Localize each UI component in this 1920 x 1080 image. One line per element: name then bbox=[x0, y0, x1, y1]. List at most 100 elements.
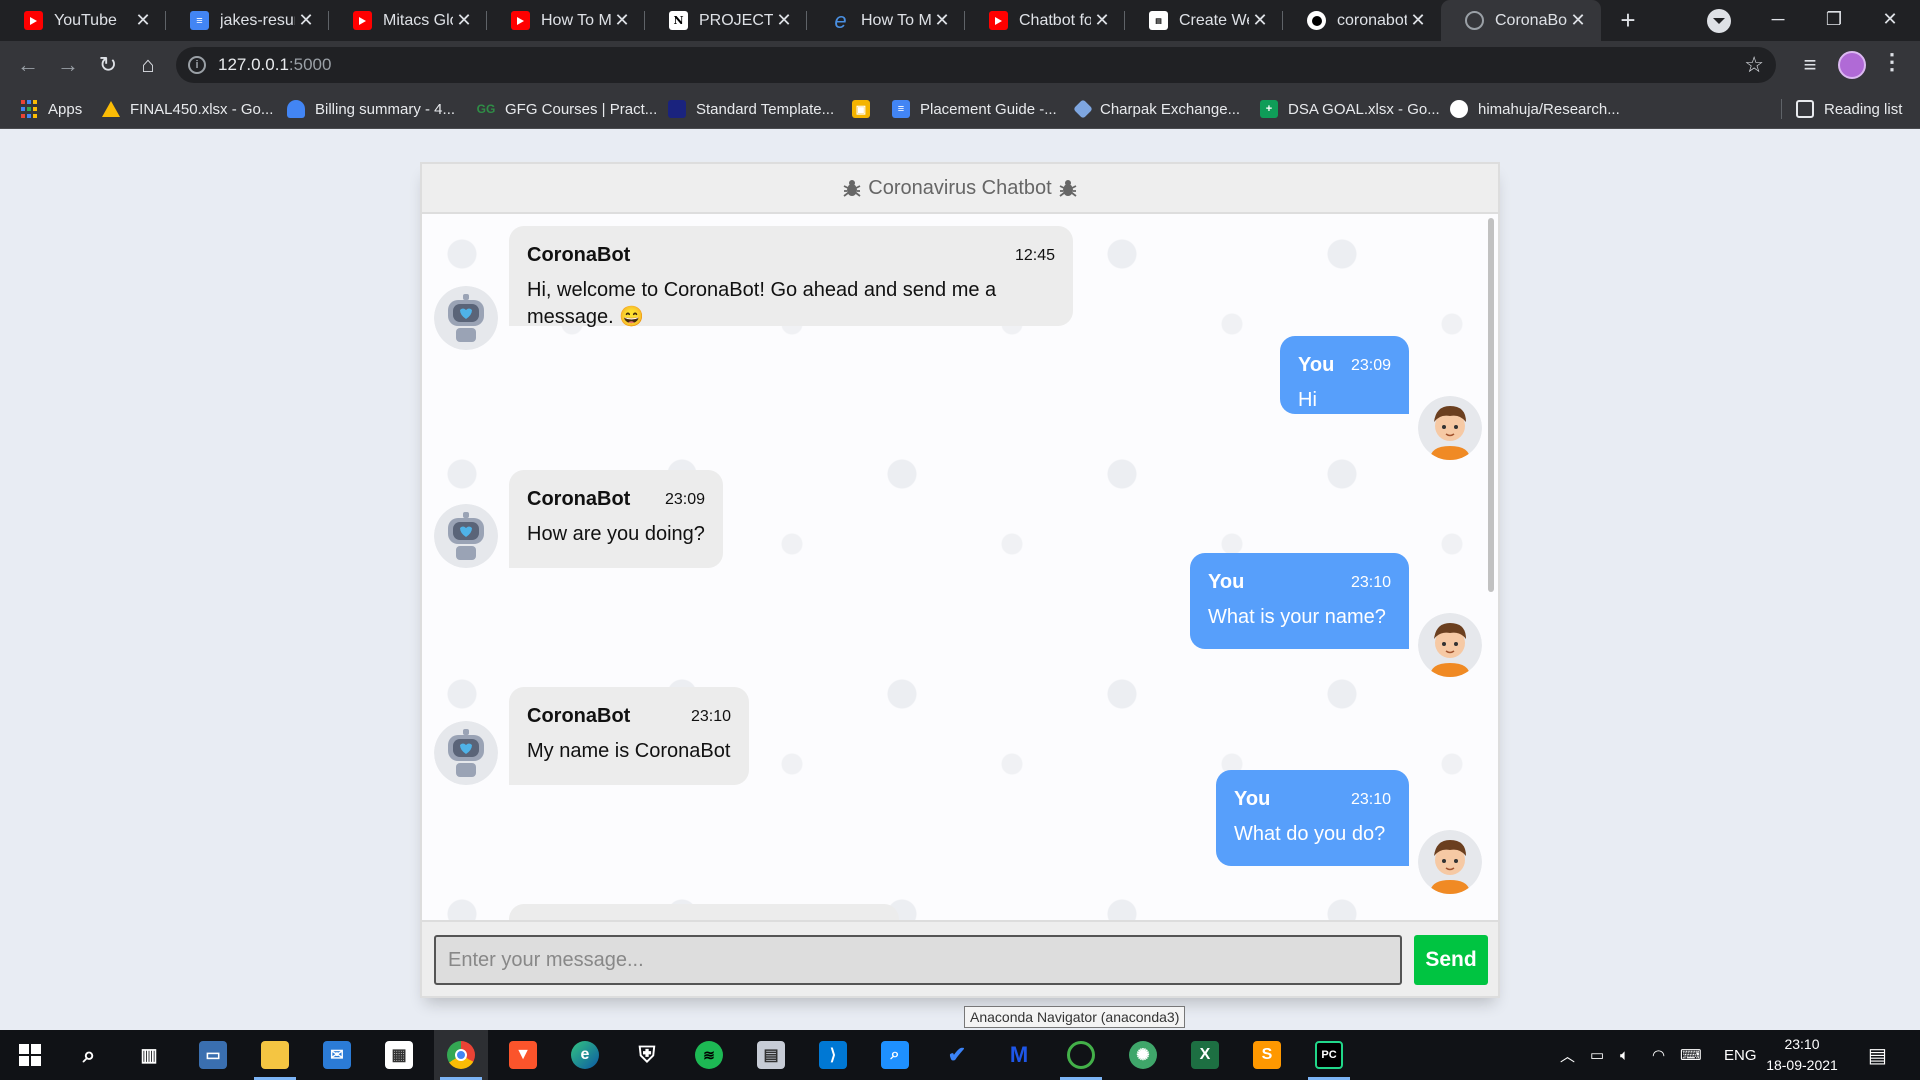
start-button[interactable] bbox=[3, 1030, 57, 1080]
page-viewport: Coronavirus Chatbot CoronaBot 12:45 Hi, w… bbox=[0, 130, 1920, 1030]
reading-list-label: Reading list bbox=[1824, 100, 1903, 118]
taskbar-app[interactable]: ⟩ bbox=[806, 1030, 860, 1080]
bookmark-item[interactable]: Charpak Exchange... bbox=[1073, 89, 1240, 129]
browser-tab[interactable]: ▤ Create Web ✕ bbox=[1125, 0, 1283, 41]
tab-title: coronabot- bbox=[1337, 11, 1407, 29]
taskbar-app[interactable]: e bbox=[558, 1030, 612, 1080]
message-time: 23:10 bbox=[1350, 791, 1391, 808]
taskbar-app[interactable]: S bbox=[1240, 1030, 1294, 1080]
new-tab-button[interactable]: + bbox=[1612, 5, 1644, 37]
bookmark-item[interactable]: + DSA GOAL.xlsx - Go... bbox=[1260, 89, 1440, 129]
back-arrow-icon[interactable]: ← bbox=[12, 49, 44, 81]
browser-tab[interactable]: ≡ jakes-resum ✕ bbox=[166, 0, 329, 41]
taskbar-app[interactable]: ▤ bbox=[744, 1030, 798, 1080]
bot-message: CoronaBot 23:09 How are you doing? bbox=[509, 470, 723, 568]
bookmark-apps[interactable]: Apps bbox=[20, 89, 82, 129]
taskbar-app[interactable]: ≋ bbox=[682, 1030, 736, 1080]
taskbar-tooltip: Anaconda Navigator (anaconda3) bbox=[964, 1006, 1186, 1028]
windows-start-icon bbox=[19, 1044, 41, 1066]
battery-icon[interactable]: ▭ bbox=[1590, 1030, 1604, 1080]
home-icon[interactable]: ⌂ bbox=[132, 49, 164, 81]
media-queue-icon[interactable]: ≡ bbox=[1794, 49, 1826, 81]
browser-tab[interactable]: N PROJECTS ✕ bbox=[645, 0, 807, 41]
notifications-icon[interactable]: ▤ bbox=[1868, 1030, 1887, 1080]
message-input[interactable] bbox=[434, 935, 1402, 985]
taskbar-app[interactable]: ✉ bbox=[310, 1030, 364, 1080]
excel-icon: X bbox=[1191, 1041, 1219, 1069]
close-tab-icon[interactable]: ✕ bbox=[1091, 10, 1113, 31]
address-url[interactable]: 127.0.0.1:5000 bbox=[218, 55, 331, 75]
profile-avatar[interactable] bbox=[1838, 51, 1866, 79]
spotify-icon: ≋ bbox=[695, 1041, 723, 1069]
message-text: What do you do? bbox=[1234, 823, 1386, 845]
chat-title: Coronavirus Chatbot bbox=[868, 176, 1052, 199]
taskbar-app[interactable]: ⌕ bbox=[868, 1030, 922, 1080]
bookmark-star-icon[interactable]: ☆ bbox=[1744, 52, 1764, 78]
task-view-button[interactable]: ▥ bbox=[122, 1030, 176, 1080]
taskbar-app[interactable]: X bbox=[1178, 1030, 1232, 1080]
browser-tab-active[interactable]: CoronaBot ✕ bbox=[1441, 0, 1601, 41]
close-tab-icon[interactable]: ✕ bbox=[295, 10, 317, 31]
bug-icon bbox=[843, 180, 861, 197]
minimize-window-button[interactable]: ─ bbox=[1750, 0, 1806, 41]
browser-tab[interactable]: coronabot- ✕ bbox=[1283, 0, 1441, 41]
chatbot-window: Coronavirus Chatbot CoronaBot 12:45 Hi, w… bbox=[420, 162, 1500, 998]
youtube-icon bbox=[511, 11, 530, 30]
close-tab-icon[interactable]: ✕ bbox=[132, 10, 154, 31]
browser-menu-icon[interactable]: ⋮ bbox=[1880, 49, 1904, 75]
taskbar-app[interactable]: ✺ bbox=[1116, 1030, 1170, 1080]
forward-arrow-icon[interactable]: → bbox=[52, 49, 84, 81]
taskbar-search-button[interactable]: ⌕ bbox=[62, 1030, 116, 1080]
chat-messages[interactable]: CoronaBot 12:45 Hi, welcome to CoronaBot!… bbox=[422, 214, 1498, 920]
chat-scrollbar[interactable] bbox=[1488, 218, 1494, 592]
sender-name: You bbox=[1298, 354, 1335, 376]
site-info-icon[interactable]: i bbox=[188, 56, 206, 74]
taskbar-app[interactable]: ⛨ bbox=[620, 1030, 674, 1080]
bookmark-item[interactable]: Billing summary - 4... bbox=[287, 89, 455, 129]
browser-tab[interactable]: Mitacs Glob ✕ bbox=[329, 0, 487, 41]
close-tab-icon[interactable]: ✕ bbox=[931, 10, 953, 31]
bookmarks-divider bbox=[1781, 99, 1782, 119]
bookmark-item[interactable]: GG GFG Courses | Pract... bbox=[477, 89, 658, 129]
close-tab-icon[interactable]: ✕ bbox=[1407, 10, 1429, 31]
taskbar-app[interactable]: ▭ bbox=[186, 1030, 240, 1080]
bookmark-item[interactable]: ▣ bbox=[852, 89, 880, 129]
bookmark-label: Standard Template... bbox=[696, 100, 835, 118]
taskbar-app[interactable] bbox=[434, 1030, 488, 1080]
close-window-button[interactable]: ✕ bbox=[1862, 0, 1918, 41]
taskbar-app[interactable]: M bbox=[992, 1030, 1046, 1080]
bookmark-item[interactable]: himahuja/Research... bbox=[1450, 89, 1620, 129]
close-tab-icon[interactable]: ✕ bbox=[453, 10, 475, 31]
taskbar-app[interactable]: ✔ bbox=[930, 1030, 984, 1080]
taskbar-app[interactable] bbox=[248, 1030, 302, 1080]
keyboard-icon[interactable]: ⌨ bbox=[1680, 1030, 1702, 1080]
taskbar-app-anaconda[interactable] bbox=[1054, 1030, 1108, 1080]
close-tab-icon[interactable]: ✕ bbox=[1249, 10, 1271, 31]
close-tab-icon[interactable]: ✕ bbox=[1567, 10, 1589, 31]
address-bar[interactable]: i 127.0.0.1:5000 ☆ bbox=[176, 47, 1776, 83]
taskbar-app[interactable]: ▦ bbox=[372, 1030, 426, 1080]
user-avatar bbox=[1418, 396, 1482, 460]
browser-tab[interactable]: Chatbot for ✕ bbox=[965, 0, 1125, 41]
bookmark-item[interactable]: Standard Template... bbox=[668, 89, 834, 129]
system-clock[interactable]: 23:10 18-09-2021 bbox=[1752, 1034, 1852, 1076]
reading-list-button[interactable]: Reading list bbox=[1796, 89, 1902, 129]
reload-icon[interactable]: ↻ bbox=[92, 49, 124, 81]
wifi-icon[interactable]: ◠ bbox=[1652, 1030, 1665, 1080]
volume-icon[interactable]: 🔈︎ bbox=[1620, 1030, 1629, 1080]
bookmark-item[interactable]: FINAL450.xlsx - Go... bbox=[102, 89, 273, 129]
close-tab-icon[interactable]: ✕ bbox=[773, 10, 795, 31]
taskbar-app[interactable]: ▼ bbox=[496, 1030, 550, 1080]
restore-window-button[interactable]: ❐ bbox=[1806, 0, 1862, 41]
browser-tab[interactable]: How To Mal ✕ bbox=[487, 0, 645, 41]
send-button[interactable]: Send bbox=[1414, 935, 1488, 985]
bookmark-item[interactable]: ≡ Placement Guide -... bbox=[892, 89, 1057, 129]
tab-search-icon[interactable] bbox=[1707, 9, 1731, 33]
close-tab-icon[interactable]: ✕ bbox=[611, 10, 633, 31]
tray-show-hidden-icon[interactable]: ︿ bbox=[1560, 1030, 1575, 1080]
browser-tab[interactable]: e How To Mal ✕ bbox=[807, 0, 965, 41]
bookmark-label: DSA GOAL.xlsx - Go... bbox=[1288, 100, 1440, 118]
taskbar-app[interactable]: PC bbox=[1302, 1030, 1356, 1080]
browser-tab[interactable]: YouTube ✕ bbox=[0, 0, 166, 41]
bot-message-partial bbox=[509, 904, 899, 920]
